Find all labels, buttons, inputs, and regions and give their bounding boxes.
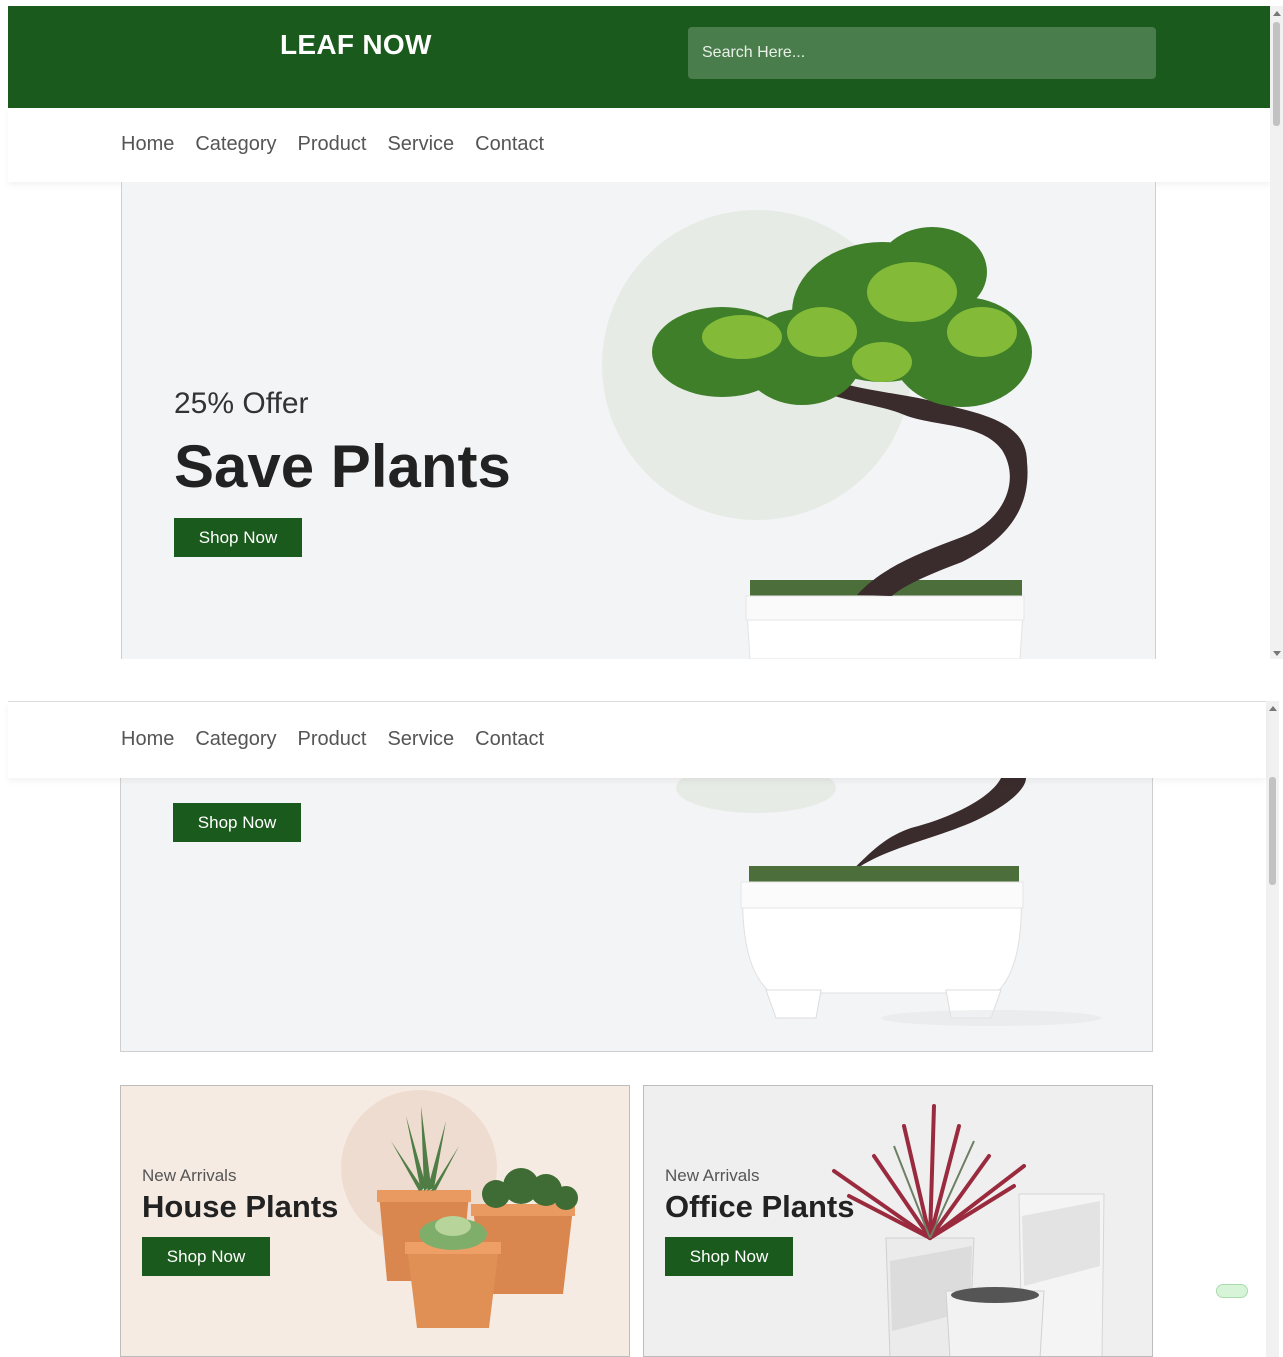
- top-screenshot-panel: LEAF NOW Home Category Product Service C…: [8, 6, 1270, 659]
- main-nav-sticky: Home Category Product Service Contact: [8, 702, 1266, 778]
- bonsai-pot-image: [676, 778, 1101, 1026]
- nav-item-service[interactable]: Service: [387, 133, 454, 156]
- scrollbar-bottom[interactable]: [1266, 701, 1279, 1357]
- card-office-plants[interactable]: New Arrivals Office Plants Shop Now: [643, 1085, 1153, 1357]
- card-subtitle: New Arrivals: [142, 1166, 237, 1185]
- nav-item-contact[interactable]: Contact: [475, 133, 544, 156]
- nav-item-home[interactable]: Home: [121, 728, 174, 751]
- nav-item-service[interactable]: Service: [387, 728, 454, 751]
- nav-item-product[interactable]: Product: [298, 133, 367, 156]
- hero-banner-scrolled: Shop Now: [120, 778, 1153, 1052]
- bottom-screenshot-panel: Home Category Product Service Contact Sh…: [8, 701, 1266, 1357]
- scroll-down-arrow-icon[interactable]: [1273, 651, 1281, 656]
- nav-item-category[interactable]: Category: [195, 133, 276, 156]
- nav-item-category[interactable]: Category: [195, 728, 276, 751]
- site-header: LEAF NOW: [8, 6, 1270, 108]
- scrollbar-thumb[interactable]: [1269, 777, 1276, 885]
- category-cards: New Arrivals House Plants Shop Now New A…: [120, 1085, 1153, 1357]
- nav-item-home[interactable]: Home: [121, 133, 174, 156]
- chat-widget-button[interactable]: [1216, 1284, 1248, 1298]
- card-house-plants[interactable]: New Arrivals House Plants Shop Now: [120, 1085, 630, 1357]
- card-title: Office Plants: [665, 1189, 855, 1224]
- card-subtitle: New Arrivals: [665, 1166, 760, 1185]
- main-nav: Home Category Product Service Contact: [8, 108, 1270, 182]
- scroll-up-arrow-icon[interactable]: [1269, 706, 1277, 711]
- office-plants-shop-now-button[interactable]: Shop Now: [665, 1237, 793, 1276]
- site-logo[interactable]: LEAF NOW: [280, 29, 432, 61]
- nav-item-product[interactable]: Product: [298, 728, 367, 751]
- scrollbar-top[interactable]: [1270, 6, 1283, 659]
- card-title: House Plants: [142, 1189, 339, 1224]
- search-input[interactable]: [688, 27, 1156, 79]
- hero-banner: 25% Offer Save Plants Shop Now: [121, 182, 1156, 659]
- bonsai-image: [602, 210, 1032, 659]
- nav-item-contact[interactable]: Contact: [475, 728, 544, 751]
- scroll-up-arrow-icon[interactable]: [1273, 11, 1281, 16]
- scrollbar-thumb[interactable]: [1273, 22, 1280, 126]
- house-plants-shop-now-button[interactable]: Shop Now: [142, 1237, 270, 1276]
